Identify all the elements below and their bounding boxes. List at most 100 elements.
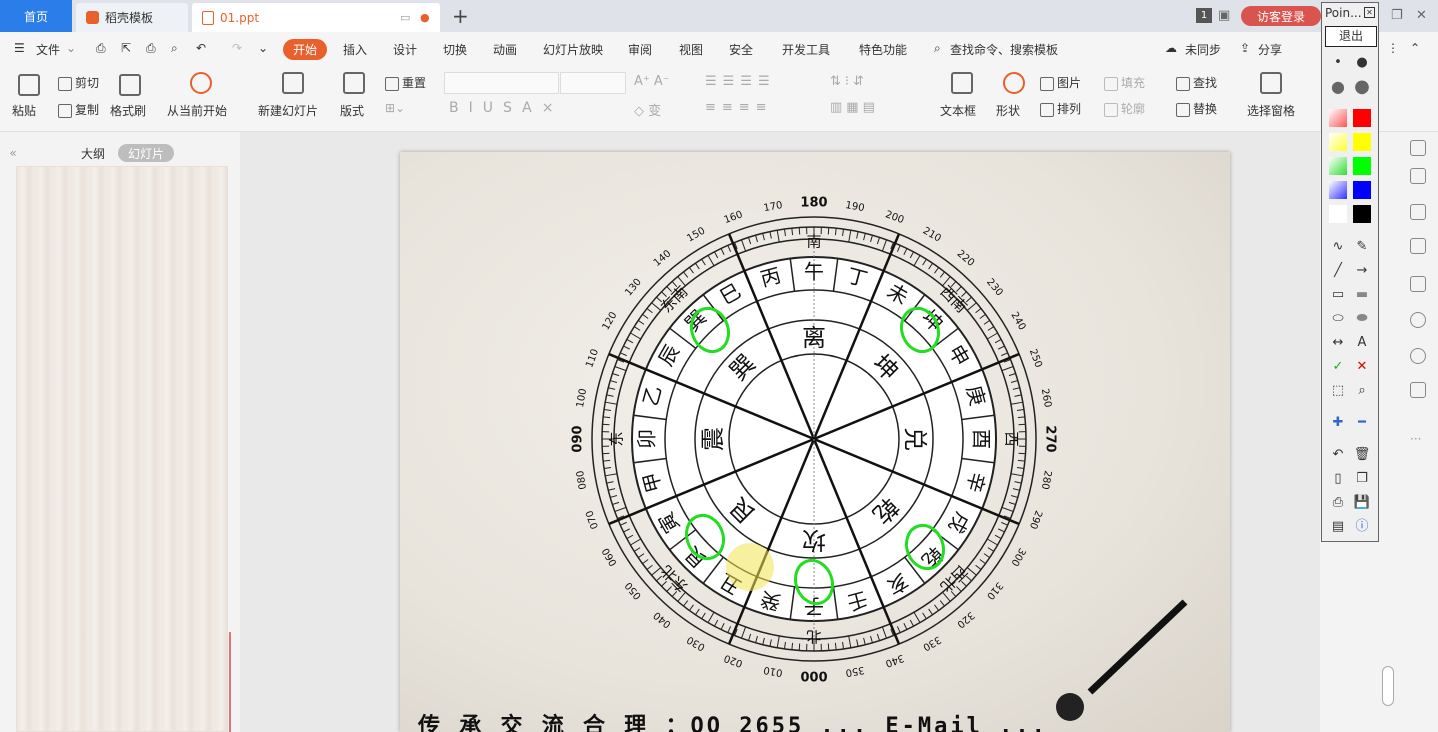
sidebar-more-icon[interactable]: ···	[1410, 432, 1421, 446]
pen-large-icon[interactable]: ●	[1329, 79, 1347, 95]
menu-home-tab[interactable]: 开始	[283, 39, 327, 60]
trash-icon[interactable]: 🗑	[1353, 447, 1371, 463]
paste-button[interactable]: 粘贴	[12, 102, 36, 119]
check-icon[interactable]: ✓	[1329, 359, 1347, 375]
font-style-icons[interactable]: BIUSA×	[449, 100, 563, 116]
zoom-icon[interactable]: ⌕	[1353, 383, 1371, 399]
undo-draw-icon[interactable]: ↶	[1329, 447, 1347, 463]
arrow-icon[interactable]: →	[1353, 263, 1371, 279]
save-drawing-icon[interactable]: 💾	[1353, 495, 1371, 511]
select-pane-button[interactable]: 选择窗格	[1247, 102, 1295, 119]
share-button[interactable]: 分享	[1258, 41, 1282, 58]
print-drawing-icon[interactable]: ⎙	[1329, 495, 1347, 511]
copy-page-icon[interactable]: ❐	[1353, 471, 1371, 487]
menu-security[interactable]: 安全	[729, 41, 753, 58]
text-tool-icon[interactable]: A	[1353, 335, 1371, 351]
column-icons[interactable]: ▥▦▤	[830, 100, 879, 115]
align-icons[interactable]: ≡≡≡≡	[705, 100, 773, 115]
menu-developer[interactable]: 开发工具	[782, 41, 830, 58]
palette-exit-button[interactable]: 退出	[1325, 26, 1377, 47]
window-layout-icon[interactable]: ▣	[1218, 8, 1230, 23]
rectangle-icon[interactable]: ▭	[1329, 287, 1347, 303]
color-light-red-swatch[interactable]	[1329, 109, 1347, 127]
menu-features[interactable]: 特色功能	[859, 41, 907, 58]
list-icons[interactable]: ☰☰☰☰	[705, 74, 776, 89]
scrollbar-thumb[interactable]	[1382, 666, 1394, 706]
menu-slideshow[interactable]: 幻灯片放映	[543, 41, 603, 58]
arrange-button[interactable]: 排列	[1040, 100, 1081, 117]
from-current-button[interactable]: 从当前开始	[167, 102, 227, 119]
pen-xlarge-icon[interactable]: ●	[1353, 78, 1371, 96]
copy-button[interactable]: 复制	[58, 101, 99, 118]
font-name-combo[interactable]	[444, 72, 559, 94]
sidebar-copy-icon[interactable]	[1410, 204, 1426, 220]
menu-view[interactable]: 视图	[679, 41, 703, 58]
sidebar-magic-icon[interactable]	[1410, 382, 1426, 398]
pen-small-icon[interactable]: •	[1329, 55, 1347, 71]
tab-outline[interactable]: 大纲	[78, 144, 108, 162]
save-icon[interactable]: ⎙	[96, 41, 106, 56]
quick-access-dropdown-icon[interactable]: ⌄	[258, 41, 268, 55]
restore-icon[interactable]: ❐	[1391, 8, 1403, 23]
print-icon[interactable]: ⎙	[146, 41, 156, 56]
menu-file[interactable]: 文件	[36, 41, 60, 58]
select-area-icon[interactable]: ⬚	[1329, 383, 1347, 399]
print-preview-icon[interactable]: ⌕	[171, 41, 178, 56]
sidebar-shape-icon[interactable]	[1410, 140, 1426, 156]
select-pane-icon[interactable]	[1260, 72, 1282, 94]
sidebar-star-icon[interactable]	[1410, 168, 1426, 184]
paste-icon[interactable]	[18, 74, 40, 96]
tab-monitor-icon[interactable]: ▭	[400, 11, 410, 24]
color-light-yellow-swatch[interactable]	[1329, 133, 1347, 151]
menu-design[interactable]: 设计	[393, 41, 417, 58]
double-arrow-icon[interactable]: ↔	[1329, 335, 1347, 351]
tab-slides[interactable]: 幻灯片	[118, 144, 174, 162]
clear-format-icon[interactable]: ◇ 变	[634, 100, 661, 119]
cross-icon[interactable]: ✕	[1353, 359, 1371, 375]
pen-medium-icon[interactable]: ●	[1353, 55, 1371, 71]
plus-icon[interactable]: ✚	[1329, 415, 1347, 431]
file-dropdown-icon[interactable]: ⌄	[66, 41, 76, 55]
picture-button[interactable]: 图片	[1040, 74, 1081, 91]
more-menu-icon[interactable]: ⋮	[1387, 41, 1399, 55]
tab-document[interactable]: 01.ppt ▭ ●	[192, 3, 440, 32]
tab-daoke-templates[interactable]: 稻壳模板	[76, 3, 188, 32]
collapse-ribbon-icon[interactable]: ⌃	[1410, 41, 1420, 55]
format-painter-icon[interactable]	[119, 74, 141, 96]
color-light-blue-swatch[interactable]	[1329, 181, 1347, 199]
new-slide-icon[interactable]	[282, 72, 304, 94]
new-tab-button[interactable]: +	[452, 4, 469, 28]
menu-transition[interactable]: 切换	[443, 41, 467, 58]
collapse-pane-icon[interactable]: «	[6, 144, 20, 162]
info-icon[interactable]: ⓘ	[1353, 519, 1371, 535]
layout-icon[interactable]	[343, 72, 365, 94]
format-painter-button[interactable]: 格式刷	[110, 102, 146, 119]
export-icon[interactable]: ⇱	[121, 41, 131, 55]
sidebar-settings-icon[interactable]	[1410, 238, 1426, 254]
eraser-pen-icon[interactable]: ✎	[1353, 239, 1371, 255]
font-grow-shrink-icon[interactable]: A⁺ A⁻	[634, 74, 670, 89]
layout-button[interactable]: 版式	[340, 102, 364, 119]
font-size-combo[interactable]	[560, 72, 626, 94]
command-search[interactable]: 查找命令、搜索模板	[950, 41, 1058, 58]
shape-icon[interactable]	[1003, 72, 1025, 94]
sidebar-history-icon[interactable]	[1410, 312, 1426, 328]
outline-button[interactable]: 轮廓	[1104, 100, 1145, 117]
textbox-button[interactable]: 文本框	[940, 102, 976, 119]
notes-icon[interactable]: ▤	[1329, 519, 1347, 535]
redo-icon[interactable]: ↷	[232, 41, 242, 55]
freehand-icon[interactable]: ∿	[1329, 239, 1347, 255]
color-yellow-swatch[interactable]	[1353, 133, 1371, 151]
text-direction-icons[interactable]: ⇅⁝⇵	[830, 74, 868, 89]
sidebar-export-icon[interactable]	[1410, 276, 1426, 292]
menu-review[interactable]: 审阅	[628, 41, 652, 58]
palette-close-icon[interactable]: ✕	[1364, 7, 1375, 18]
section-icon[interactable]: ⊞⌄	[385, 101, 405, 115]
reset-button[interactable]: 重置	[385, 74, 426, 91]
line-icon[interactable]: ╱	[1329, 263, 1347, 279]
filled-rectangle-icon[interactable]: ▬	[1353, 287, 1371, 303]
cut-button[interactable]: 剪切	[58, 74, 99, 91]
color-blue-swatch[interactable]	[1353, 181, 1371, 199]
undo-icon[interactable]: ↶	[196, 41, 206, 55]
replace-button[interactable]: 替换	[1176, 100, 1217, 117]
